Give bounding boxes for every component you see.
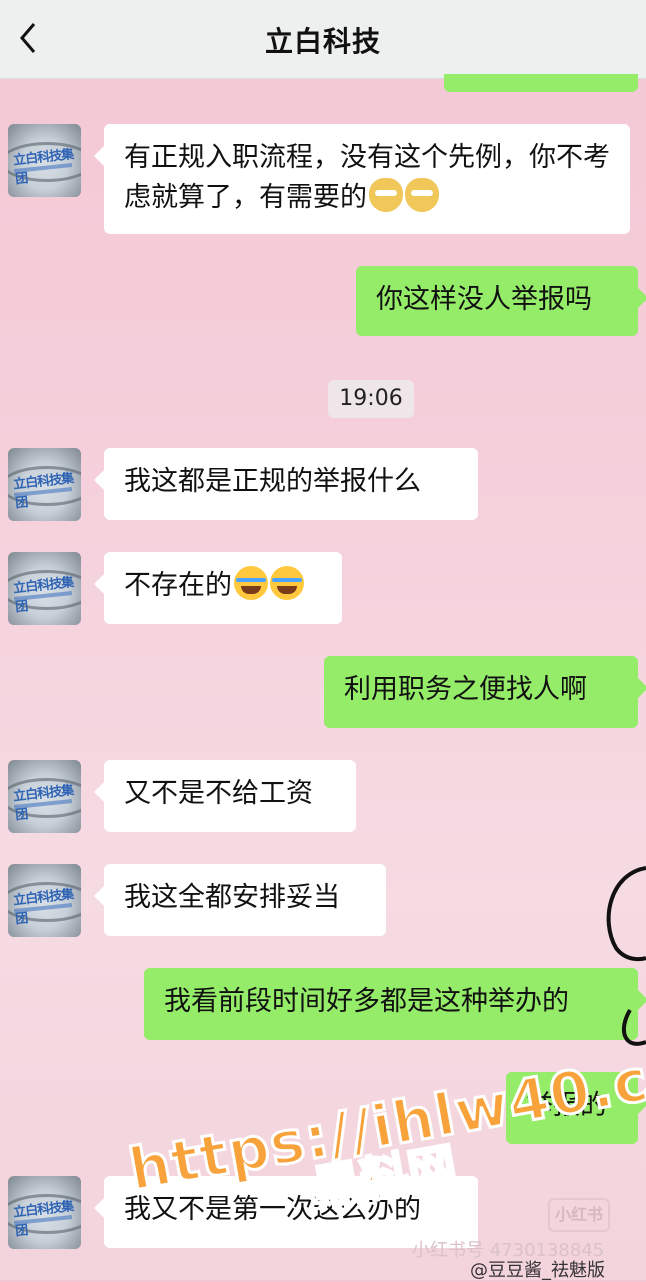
message-bubble-outgoing[interactable]: 利用职务之便找人啊 (324, 656, 646, 728)
xiaohongshu-badge: 小红书 (548, 1198, 610, 1232)
message-text: 利用职务之便找人啊 (344, 674, 587, 705)
message-bubble-incoming[interactable]: 有正规入职流程，没有这个先例，你不考虑就算了，有需要的 (94, 124, 630, 234)
contact-avatar[interactable]: 立白科技集团 (8, 448, 81, 521)
contact-avatar[interactable]: 立白科技集团 (8, 552, 81, 625)
previous-message-bubble[interactable] (444, 74, 638, 92)
message-bubble-incoming[interactable]: 不存在的 (94, 552, 342, 624)
laughing-crying-emoji-icon (270, 566, 304, 600)
cat-emoji-icon (369, 178, 403, 212)
message-bubble-incoming[interactable]: 又不是不给工资 (94, 760, 356, 832)
message-text: 你这样没人举报吗 (376, 284, 592, 315)
scribble-drawing (606, 866, 646, 1046)
chat-header: 立白科技 (0, 0, 646, 79)
message-bubble-outgoing[interactable]: 你这样没人举报吗 (356, 266, 646, 336)
message-bubble-incoming[interactable]: 我这全都安排妥当 (94, 864, 386, 936)
message-text: 不存在的 (124, 570, 232, 601)
message-text: 我看前段时间好多都是这种举办的 (164, 986, 569, 1017)
weibo-credit: @豆豆酱_祛魅版 (470, 1260, 605, 1281)
message-bubble-incoming[interactable]: 我这都是正规的举报什么 (94, 448, 478, 520)
laughing-crying-emoji-icon (234, 566, 268, 600)
message-text: 有正规入职流程，没有这个先例，你不考虑就算了，有需要的 (124, 142, 610, 213)
message-text: 我这全都安排妥当 (124, 882, 340, 913)
timestamp: 19:06 (328, 380, 414, 418)
contact-avatar[interactable]: 立白科技集团 (8, 124, 81, 197)
contact-avatar[interactable]: 立白科技集团 (8, 760, 81, 833)
contact-avatar[interactable]: 立白科技集团 (8, 864, 81, 937)
message-text: 又不是不给工资 (124, 778, 313, 809)
chat-title: 立白科技 (264, 25, 381, 58)
contact-avatar[interactable]: 立白科技集团 (8, 1176, 81, 1249)
message-text: 我这都是正规的举报什么 (124, 466, 421, 497)
cat-emoji-icon (405, 178, 439, 212)
